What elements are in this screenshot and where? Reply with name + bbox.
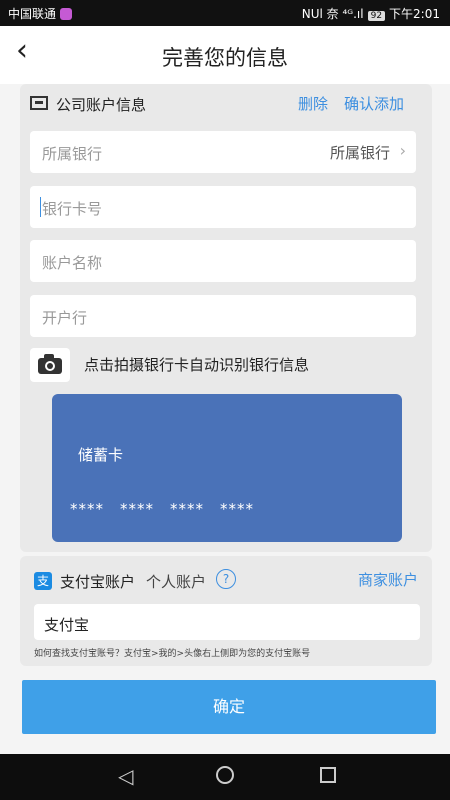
bank-select[interactable]: 所属银行 所属银行 › bbox=[30, 131, 416, 173]
card-digit-group: **** bbox=[170, 500, 204, 518]
recent-square-icon[interactable] bbox=[320, 767, 336, 783]
confirm-add-button[interactable]: 确认添加 bbox=[344, 93, 404, 114]
alipay-account-input[interactable]: 支付宝 bbox=[34, 604, 420, 640]
bank-value: 所属银行 bbox=[329, 144, 390, 162]
alipay-section: 支 支付宝账户 个人账户 ? 商家账户 支付宝 如何查找支付宝账号？支付宝>我的… bbox=[20, 556, 432, 666]
card-number-input[interactable]: 银行卡号 bbox=[30, 186, 416, 228]
card-icon bbox=[30, 96, 48, 110]
card-digit-group: **** bbox=[220, 500, 254, 518]
alipay-title: 支付宝账户 bbox=[60, 573, 136, 591]
page-title: 完善您的信息 bbox=[162, 46, 288, 70]
system-nav-bar: ◁ bbox=[0, 754, 450, 800]
nav-bar: ‹ 完善您的信息 bbox=[0, 26, 450, 84]
account-name-placeholder: 账户名称 bbox=[42, 254, 103, 272]
clock: 下午2:01 bbox=[389, 7, 440, 21]
merchant-account-tab[interactable]: 商家账户 bbox=[358, 569, 418, 590]
alipay-input-value: 支付宝 bbox=[44, 616, 90, 634]
card-digits: **** **** **** **** bbox=[70, 500, 254, 518]
branch-input[interactable]: 开户行 bbox=[30, 295, 416, 337]
carrier: 中国联通 bbox=[8, 5, 73, 22]
account-name-input[interactable]: 账户名称 bbox=[30, 240, 416, 282]
card-header: 公司账户信息 删除 确认添加 bbox=[20, 84, 432, 124]
help-icon[interactable]: ? bbox=[216, 569, 236, 589]
card-digit-group: **** bbox=[70, 500, 104, 518]
card-title: 公司账户信息 bbox=[56, 96, 147, 114]
bank-card-preview: 储蓄卡 **** **** **** **** bbox=[52, 394, 402, 542]
card-type: 储蓄卡 bbox=[78, 446, 124, 464]
camera-lens-icon bbox=[45, 361, 55, 371]
status-bar: 中国联通 NUl 奈 ⁴ᴳ.ıl 92 下午2:01 bbox=[0, 0, 450, 26]
home-circle-icon[interactable] bbox=[216, 766, 234, 784]
battery-icon: 92 bbox=[367, 11, 386, 21]
back-triangle-icon[interactable]: ◁ bbox=[118, 764, 133, 788]
camera-hint[interactable]: 点击拍摄银行卡自动识别银行信息 bbox=[84, 354, 309, 375]
app-notification-icon bbox=[60, 8, 73, 20]
status-right: NUl 奈 ⁴ᴳ.ıl 92 下午2:01 bbox=[302, 5, 440, 22]
alipay-icon: 支 bbox=[34, 572, 52, 590]
card-digit-group: **** bbox=[120, 500, 154, 518]
delete-button[interactable]: 删除 bbox=[298, 93, 328, 114]
personal-account-tab[interactable]: 个人账户 bbox=[146, 571, 206, 592]
bank-label: 所属银行 bbox=[42, 145, 103, 163]
text-cursor bbox=[40, 197, 41, 217]
confirm-button[interactable]: 确定 bbox=[22, 680, 436, 734]
signal-icons: NUl 奈 ⁴ᴳ.ıl bbox=[301, 7, 364, 21]
chevron-right-icon: › bbox=[399, 141, 406, 160]
company-account-card: 公司账户信息 删除 确认添加 所属银行 所属银行 › 银行卡号 账户名称 开户行… bbox=[20, 84, 432, 552]
camera-button[interactable] bbox=[30, 348, 70, 382]
alipay-hint: 如何查找支付宝账号？支付宝>我的>头像右上侧即为您的支付宝账号 bbox=[34, 649, 311, 659]
branch-placeholder: 开户行 bbox=[42, 309, 88, 327]
card-number-placeholder: 银行卡号 bbox=[42, 200, 103, 218]
